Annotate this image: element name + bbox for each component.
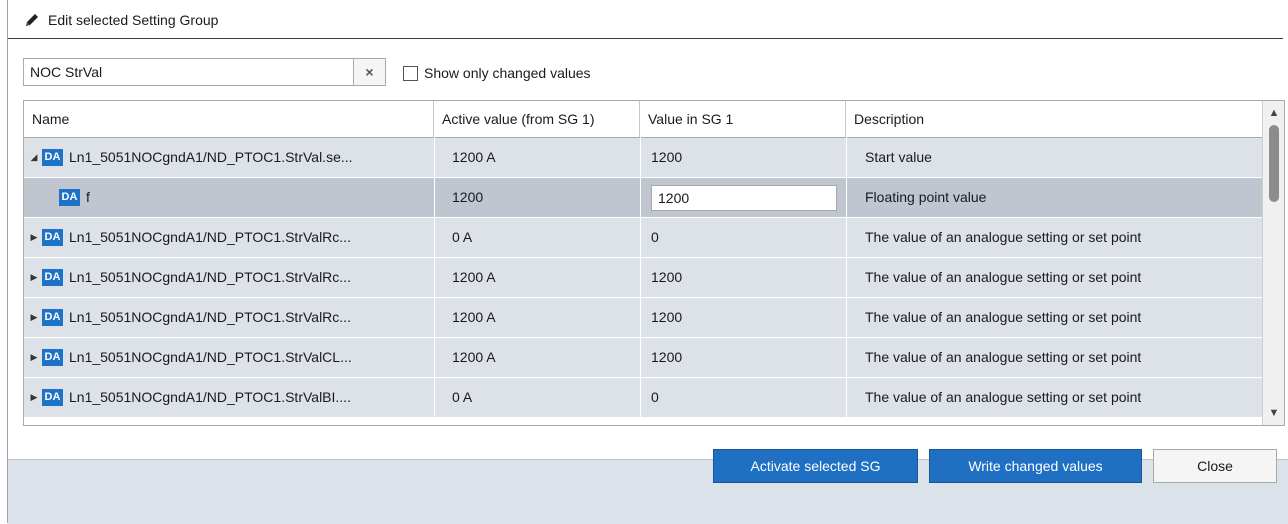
expand-icon[interactable]: ▶ — [29, 338, 39, 377]
row-active-value: 1200 A — [452, 149, 496, 165]
row-name: Ln1_5051NOCgndA1/ND_PTOC1.StrValCL... — [69, 349, 352, 365]
data-attribute-icon: DA — [42, 389, 63, 406]
table-row[interactable]: ▶ DA Ln1_5051NOCgndA1/ND_PTOC1.StrValRc...… — [24, 258, 1262, 298]
show-changed-label: Show only changed values — [424, 65, 591, 81]
vertical-scrollbar[interactable]: ▲ ▼ — [1262, 101, 1284, 425]
row-active-value: 1200 A — [452, 349, 496, 365]
row-description: The value of an analogue setting or set … — [865, 269, 1142, 285]
data-attribute-icon: DA — [42, 149, 63, 166]
table-row[interactable]: ◢ DA Ln1_5051NOCgndA1/ND_PTOC1.StrVal.se..… — [24, 138, 1262, 178]
row-description: The value of an analogue setting or set … — [865, 349, 1142, 365]
column-header-1[interactable]: Active value (from SG 1) — [434, 101, 640, 137]
table-row[interactable]: ▶ DA Ln1_5051NOCgndA1/ND_PTOC1.StrValBI...… — [24, 378, 1262, 418]
column-divider — [640, 137, 641, 425]
pencil-icon — [24, 12, 40, 28]
row-active-value: 0 A — [452, 389, 473, 405]
activate-sg-button[interactable]: Activate selected SG — [713, 449, 918, 483]
expand-icon[interactable]: ▶ — [29, 218, 39, 257]
row-name: Ln1_5051NOCgndA1/ND_PTOC1.StrValRc... — [69, 269, 351, 285]
data-attribute-icon: DA — [42, 309, 63, 326]
dialog-left-border — [7, 0, 8, 523]
row-name: Ln1_5051NOCgndA1/ND_PTOC1.StrVal.se... — [69, 149, 353, 165]
data-attribute-icon: DA — [59, 189, 80, 206]
expand-icon[interactable]: ▶ — [29, 378, 39, 417]
data-attribute-icon: DA — [42, 349, 63, 366]
column-header-2[interactable]: Value in SG 1 — [640, 101, 846, 137]
partial-row-badge — [53, 425, 74, 426]
row-name: Ln1_5051NOCgndA1/ND_PTOC1.StrValRc... — [69, 309, 351, 325]
column-header-3[interactable]: Description — [846, 101, 1262, 137]
table-row[interactable]: DA f 1200 Floating point value — [24, 178, 1262, 218]
row-description: Start value — [865, 149, 932, 165]
row-description: Floating point value — [865, 189, 987, 205]
table-row[interactable]: ▶ DA Ln1_5051NOCgndA1/ND_PTOC1.StrValRc...… — [24, 298, 1262, 338]
scroll-up-icon[interactable]: ▲ — [1263, 103, 1284, 123]
row-value[interactable]: 1200 — [651, 138, 682, 177]
data-attribute-icon: DA — [42, 269, 63, 286]
row-value[interactable]: 1200 — [651, 338, 682, 377]
write-values-button[interactable]: Write changed values — [929, 449, 1142, 483]
column-divider — [846, 137, 847, 425]
row-active-value: 1200 A — [452, 269, 496, 285]
row-description: The value of an analogue setting or set … — [865, 389, 1142, 405]
close-icon: × — [365, 64, 374, 80]
row-active-value: 1200 — [452, 189, 484, 205]
column-divider — [434, 137, 435, 425]
dialog-header: Edit selected Setting Group — [24, 8, 218, 32]
row-description: The value of an analogue setting or set … — [865, 309, 1142, 325]
row-name: Ln1_5051NOCgndA1/ND_PTOC1.StrValBI.... — [69, 389, 351, 405]
row-active-value: 1200 A — [452, 309, 496, 325]
data-attribute-icon: DA — [42, 229, 63, 246]
show-changed-checkbox[interactable] — [403, 65, 418, 81]
expand-icon[interactable]: ▶ — [29, 298, 39, 337]
expand-icon[interactable]: ▶ — [29, 258, 39, 297]
search-field[interactable] — [23, 58, 354, 86]
settings-grid: Name Active value (from SG 1) Value in SG … — [23, 100, 1285, 426]
scrollbar-thumb[interactable] — [1269, 125, 1279, 202]
row-value[interactable]: 0 — [651, 378, 659, 417]
value-edit-input[interactable] — [651, 185, 837, 211]
column-header-0[interactable]: Name — [24, 101, 434, 137]
row-description: The value of an analogue setting or set … — [865, 229, 1142, 245]
search-input[interactable] — [24, 59, 353, 85]
clear-search-button[interactable]: × — [354, 58, 386, 86]
header-divider — [8, 38, 1283, 39]
table-row[interactable]: ▶ DA Ln1_5051NOCgndA1/ND_PTOC1.StrValRc...… — [24, 218, 1262, 258]
row-name: f — [86, 189, 90, 205]
close-button[interactable]: Close — [1153, 449, 1277, 483]
row-name: Ln1_5051NOCgndA1/ND_PTOC1.StrValRc... — [69, 229, 351, 245]
collapse-icon[interactable]: ◢ — [29, 138, 39, 177]
row-value[interactable]: 1200 — [651, 298, 682, 337]
grid-header: Name Active value (from SG 1) Value in SG … — [24, 101, 1262, 138]
row-value[interactable]: 0 — [651, 218, 659, 257]
dialog-title: Edit selected Setting Group — [48, 12, 219, 28]
row-value[interactable]: 1200 — [651, 258, 682, 297]
show-changed-toggle[interactable]: Show only changed values — [403, 62, 591, 84]
table-row[interactable]: ▶ DA Ln1_5051NOCgndA1/ND_PTOC1.StrValCL...… — [24, 338, 1262, 378]
scroll-down-icon[interactable]: ▼ — [1263, 403, 1284, 423]
row-active-value: 0 A — [452, 229, 473, 245]
